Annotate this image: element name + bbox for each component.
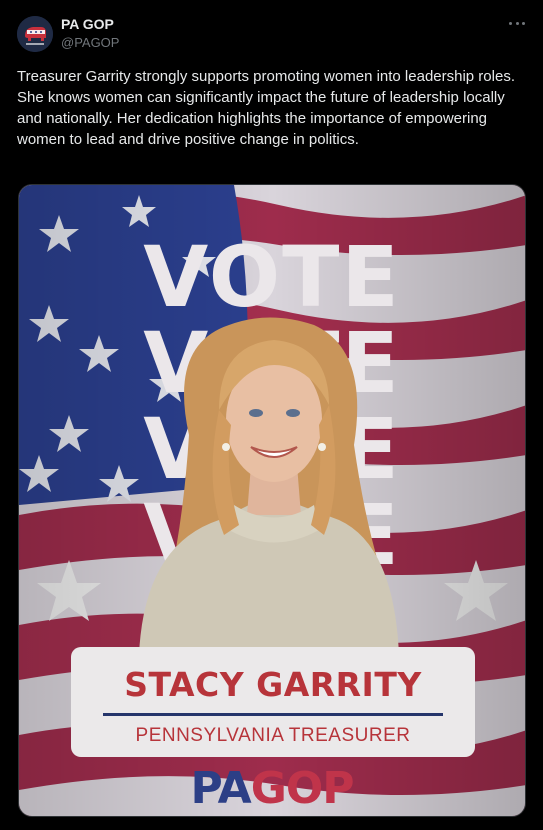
more-dot — [522, 21, 525, 25]
post-image[interactable]: VOTE VOTE VOTE VOTE — [18, 184, 526, 817]
more-horizontal-icon[interactable] — [509, 16, 525, 30]
account-handle[interactable]: @PAGOP — [61, 35, 119, 50]
more-dot — [509, 21, 512, 25]
logo-pa: PA — [190, 763, 251, 814]
pagop-logo: PAGOP — [19, 765, 525, 813]
gop-elephant-logo-icon — [17, 16, 53, 52]
logo-gop: GOP — [250, 763, 355, 814]
name-divider — [103, 713, 443, 716]
tweet: PA GOP @PAGOP Treasurer Garrity strongly… — [0, 0, 543, 830]
more-dot — [515, 21, 519, 25]
tweet-text: Treasurer Garrity strongly supports prom… — [17, 68, 515, 148]
account-avatar[interactable] — [17, 16, 53, 52]
candidate-title: PENNSYLVANIA TREASURER — [135, 725, 411, 746]
candidate-name-card: STACY GARRITY PENNSYLVANIA TREASURER — [71, 647, 475, 757]
candidate-name: STACY GARRITY — [124, 665, 422, 704]
account-name[interactable]: PA GOP — [61, 16, 114, 32]
